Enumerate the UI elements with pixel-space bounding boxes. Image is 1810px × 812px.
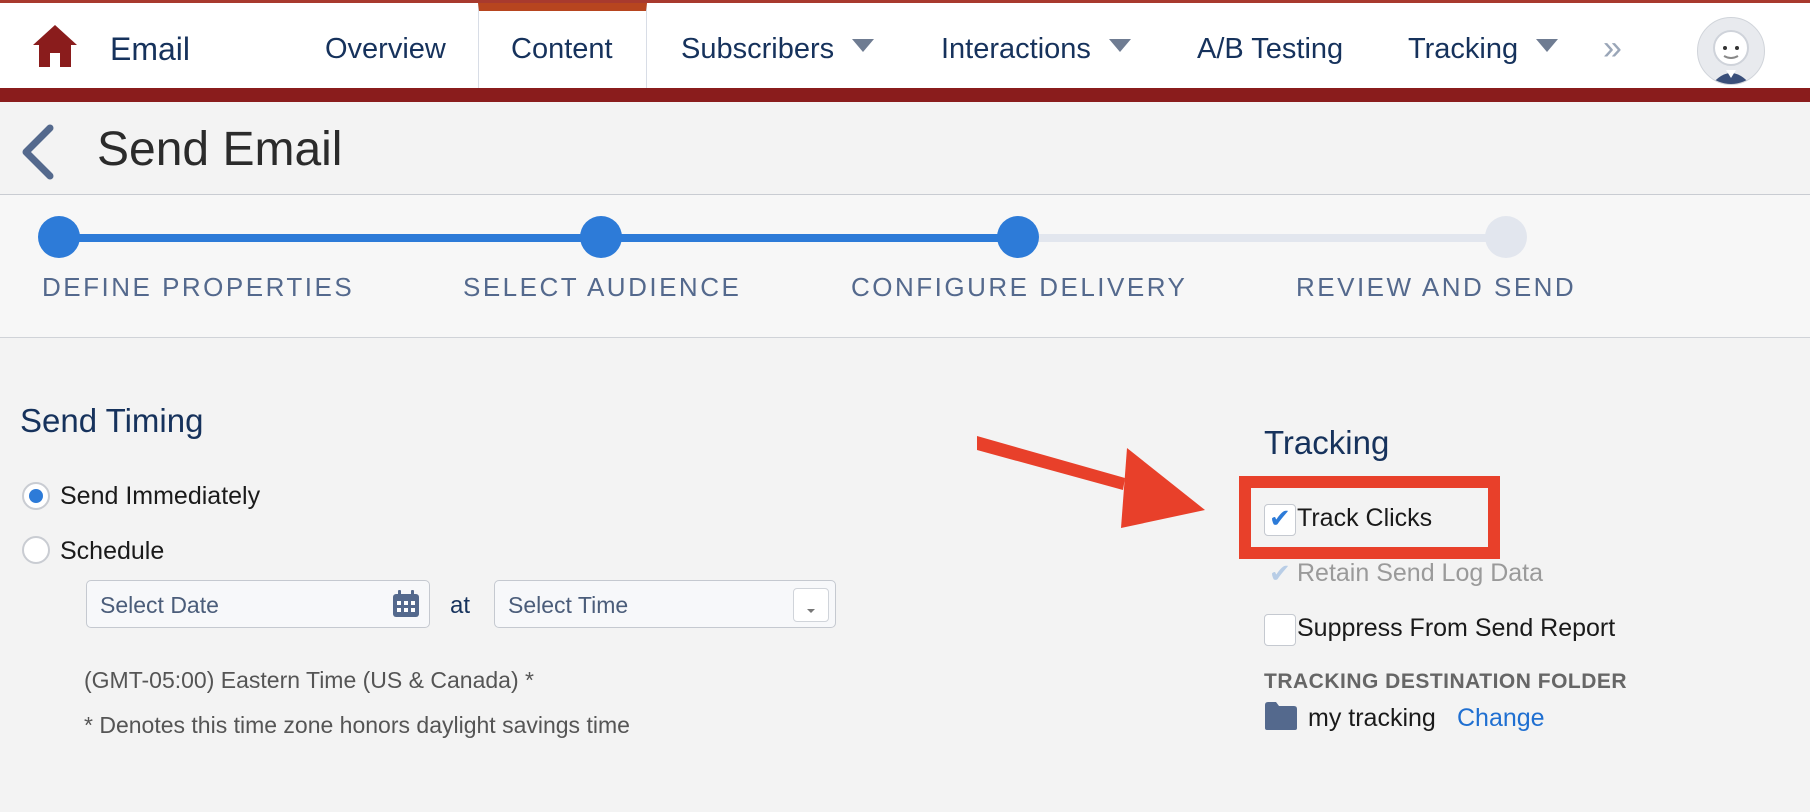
tab-content-label: Content [511,33,613,65]
tab-ab-testing[interactable]: A/B Testing [1197,33,1343,66]
schedule-radio[interactable] [22,536,50,564]
annotation-highlight-box [1239,476,1500,559]
stepper-segment-complete [601,234,1017,242]
tab-interactions-label: Interactions [941,33,1091,65]
tracking-folder-name: my tracking [1308,704,1436,732]
progress-stepper: DEFINE PROPERTIES SELECT AUDIENCE CONFIG… [0,195,1810,338]
tab-tracking[interactable]: Tracking [1408,33,1559,66]
avatar[interactable] [1697,17,1765,85]
send-timing-title: Send Timing [20,402,204,439]
step-label-review-and-send: REVIEW AND SEND [1296,272,1577,302]
send-immediately-radio[interactable] [22,482,50,510]
step-label-select-audience: SELECT AUDIENCE [463,272,742,302]
step-dot-review-and-send[interactable] [1485,216,1527,258]
suppress-send-report-checkbox[interactable] [1264,614,1296,646]
brand-bar [0,88,1810,102]
select-date-placeholder: Select Date [100,592,219,618]
step-label-define-properties: DEFINE PROPERTIES [42,272,355,302]
step-label-configure-delivery: CONFIGURE DELIVERY [851,272,1188,302]
folder-icon [1265,702,1297,730]
change-folder-link[interactable]: Change [1457,704,1545,733]
tab-ab-testing-label: A/B Testing [1197,33,1344,65]
stepper-segment-incomplete [1017,234,1506,242]
retain-send-log-checkbox: ✔ [1264,558,1296,591]
dropdown-toggle[interactable] [793,588,829,622]
main-content: Send Timing Send Immediately Schedule Se… [0,338,1810,812]
home-icon[interactable] [30,21,80,71]
tab-overview[interactable]: Overview [325,33,446,66]
chevron-down-icon [807,609,815,613]
chevron-left-icon[interactable] [18,124,58,180]
chevron-down-icon[interactable] [1536,39,1559,52]
page-header: Send Email [0,102,1810,195]
tab-tracking-label: Tracking [1408,33,1519,65]
select-time-placeholder: Select Time [508,592,629,618]
tab-interactions[interactable]: Interactions [941,33,1131,66]
einstein-avatar-icon [1712,30,1750,84]
tab-content[interactable]: Content [511,33,613,66]
top-navigation: Email Overview Content Subscribers Inter… [0,0,1810,105]
at-label: at [450,592,471,619]
select-time-dropdown[interactable]: Select Time [494,580,836,628]
timezone-text: (GMT-05:00) Eastern Time (US & Canada) * [84,667,534,693]
tracking-folder-heading: TRACKING DESTINATION FOLDER [1264,670,1628,693]
tab-subscribers[interactable]: Subscribers [681,33,875,66]
step-dot-define-properties[interactable] [38,216,80,258]
schedule-label[interactable]: Schedule [60,537,164,566]
retain-send-log-label: Retain Send Log Data [1297,559,1544,587]
checkmark-icon: ✔ [1269,558,1291,588]
dst-note: * Denotes this time zone honors daylight… [84,712,630,738]
stepper-segment-complete [58,234,601,242]
annotation-arrow-icon [977,436,1205,528]
step-dot-configure-delivery[interactable] [997,216,1039,258]
chevron-down-icon[interactable] [1108,39,1131,52]
send-immediately-label[interactable]: Send Immediately [60,482,260,511]
suppress-send-report-label[interactable]: Suppress From Send Report [1297,614,1615,643]
chevron-down-icon[interactable] [852,39,875,52]
calendar-icon[interactable] [391,589,421,619]
select-date-input[interactable]: Select Date [86,580,430,628]
tab-subscribers-label: Subscribers [681,33,835,65]
tracking-title: Tracking [1264,424,1390,461]
double-chevron-right-icon[interactable]: » [1603,29,1622,68]
app-name[interactable]: Email [110,31,190,68]
tab-overview-label: Overview [325,33,446,65]
page-title: Send Email [97,123,343,176]
step-dot-select-audience[interactable] [580,216,622,258]
